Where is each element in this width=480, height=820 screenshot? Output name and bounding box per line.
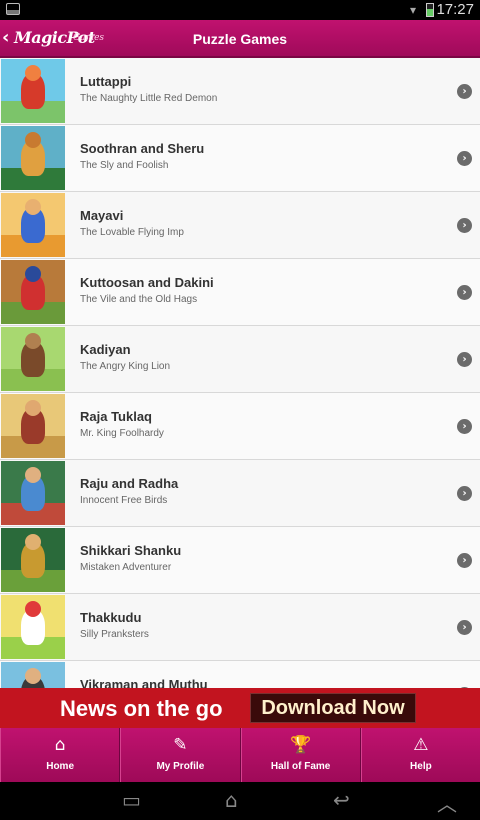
chevron-right-icon[interactable]: › <box>457 218 472 233</box>
game-title: Vikraman and Muthu <box>80 677 208 688</box>
app-header: ‹ MagicPot Games Puzzle Games <box>0 20 480 58</box>
up-chevron-icon[interactable]: ︿ <box>437 788 457 817</box>
home-icon: ⌂ <box>54 735 66 755</box>
game-list[interactable]: Luttappi The Naughty Little Red Demon › Soo… <box>0 58 480 688</box>
wifi-icon: ▾ <box>410 3 417 17</box>
game-title: Raju and Radha <box>80 476 179 491</box>
game-title: Mayavi <box>80 208 124 223</box>
game-title: Thakkudu <box>80 610 142 625</box>
warning-icon: ⚠ <box>413 735 429 755</box>
game-subtitle: Mr. King Foolhardy <box>80 428 164 439</box>
trophy-icon: 🏆 <box>290 735 312 755</box>
tab-my-profile[interactable]: ✎ My Profile <box>120 728 241 782</box>
game-thumbnail <box>1 394 65 458</box>
chevron-right-icon[interactable]: › <box>457 285 472 300</box>
android-home-icon[interactable]: ⌂ <box>225 788 238 812</box>
chevron-right-icon[interactable]: › <box>457 620 472 635</box>
game-thumbnail <box>1 528 65 592</box>
ad-banner[interactable]: News on the go Download Now <box>0 688 480 728</box>
game-row[interactable]: Raju and Radha Innocent Free Birds › <box>0 460 480 527</box>
chevron-right-icon[interactable]: › <box>457 352 472 367</box>
status-bar: ▾ 17:27 <box>0 0 480 20</box>
chevron-right-icon[interactable]: › <box>457 553 472 568</box>
game-thumbnail <box>1 59 65 123</box>
tab-label: Home <box>46 761 75 772</box>
game-thumbnail <box>1 260 65 324</box>
chevron-right-icon[interactable]: › <box>457 151 472 166</box>
system-nav-bar: ▭ ⌂ ↩ ︿ <box>0 782 480 820</box>
game-thumbnail <box>1 461 65 525</box>
game-thumbnail <box>1 595 65 659</box>
tab-bar: ⌂ Home ✎ My Profile 🏆 Hall of Fame ⚠ Help <box>0 728 480 782</box>
game-row[interactable]: Kadiyan The Angry King Lion › <box>0 326 480 393</box>
page-title: Puzzle Games <box>192 31 288 47</box>
game-thumbnail <box>1 193 65 257</box>
picture-notification-icon <box>6 3 20 15</box>
back-arrow-icon[interactable]: ↩ <box>333 788 350 812</box>
game-subtitle: The Vile and the Old Hags <box>80 294 198 305</box>
game-title: Soothran and Sheru <box>80 141 205 156</box>
tab-help[interactable]: ⚠ Help <box>360 728 480 782</box>
game-subtitle: The Sly and Foolish <box>80 160 169 171</box>
tab-label: My Profile <box>156 761 205 772</box>
recents-icon[interactable]: ▭ <box>122 788 141 812</box>
tab-label: Hall of Fame <box>270 761 331 772</box>
game-row[interactable]: Mayavi The Lovable Flying Imp › <box>0 192 480 259</box>
game-title: Kadiyan <box>80 342 131 357</box>
clock: 17:27 <box>436 1 474 18</box>
game-thumbnail <box>1 327 65 391</box>
game-row[interactable]: Luttappi The Naughty Little Red Demon › <box>0 58 480 125</box>
tab-label: Help <box>410 761 432 772</box>
game-thumbnail <box>1 126 65 190</box>
download-now-button[interactable]: Download Now <box>250 693 416 723</box>
profile-icon: ✎ <box>173 735 188 755</box>
tab-home[interactable]: ⌂ Home <box>0 728 121 782</box>
game-title: Kuttoosan and Dakini <box>80 275 214 290</box>
game-row[interactable]: Soothran and Sheru The Sly and Foolish › <box>0 125 480 192</box>
game-subtitle: The Lovable Flying Imp <box>80 227 184 238</box>
ad-headline: News on the go <box>60 696 223 721</box>
game-subtitle: The Naughty Little Red Demon <box>80 93 218 104</box>
game-subtitle: The Angry King Lion <box>80 361 171 372</box>
game-subtitle: Mistaken Adventurer <box>80 562 172 573</box>
game-title: Raja Tuklaq <box>80 409 153 424</box>
game-row[interactable]: Kuttoosan and Dakini The Vile and the Old… <box>0 259 480 326</box>
battery-icon <box>426 3 434 17</box>
game-subtitle: Innocent Free Birds <box>80 495 168 506</box>
chevron-right-icon[interactable]: › <box>457 84 472 99</box>
game-row[interactable]: Thakkudu Silly Pranksters › <box>0 594 480 661</box>
tab-hall-of-fame[interactable]: 🏆 Hall of Fame <box>240 728 361 782</box>
game-row[interactable]: Raja Tuklaq Mr. King Foolhardy › <box>0 393 480 460</box>
game-title: Shikkari Shanku <box>80 543 182 558</box>
chevron-right-icon[interactable]: › <box>457 486 472 501</box>
game-title: Luttappi <box>80 74 132 89</box>
chevron-right-icon[interactable]: › <box>457 419 472 434</box>
game-subtitle: Silly Pranksters <box>80 629 149 640</box>
game-thumbnail <box>1 662 65 688</box>
game-row[interactable]: Shikkari Shanku Mistaken Adventurer › <box>0 527 480 594</box>
game-row[interactable]: Vikraman and Muthu› <box>0 661 480 688</box>
